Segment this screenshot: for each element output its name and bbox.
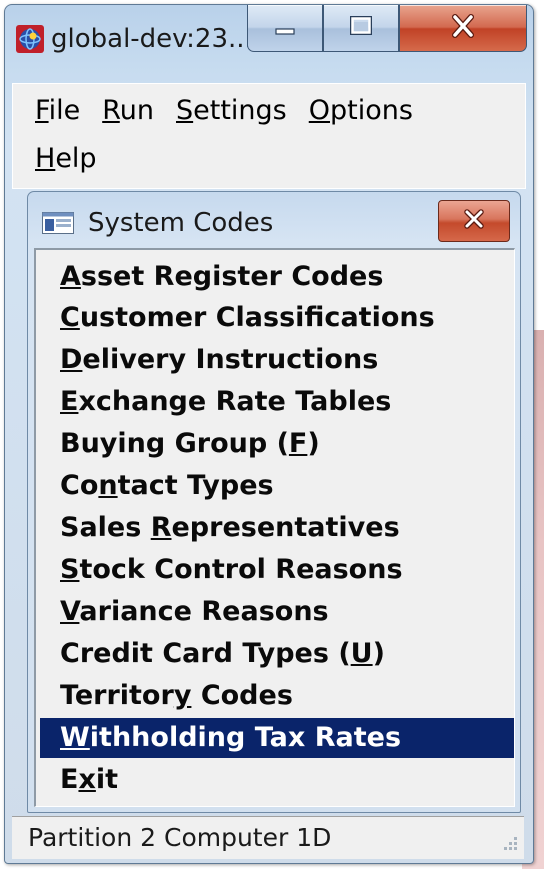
menu-options-mnemonic: O xyxy=(308,95,331,126)
item-text: Co xyxy=(60,470,99,501)
status-bar: Partition 2 Computer 1D xyxy=(12,816,524,859)
menu-file-mnemonic: F xyxy=(35,95,49,126)
item-text: ) xyxy=(372,638,385,669)
menu-row: File Run Settings Options xyxy=(13,88,423,134)
item-mnemonic: x xyxy=(78,764,96,795)
menu-run[interactable]: Run xyxy=(90,88,164,134)
menu-bar: File Run Settings Options Help xyxy=(12,83,526,189)
menu-help[interactable]: Help xyxy=(13,136,107,182)
system-codes-list: Asset Register Codes Customer Classifica… xyxy=(34,248,515,807)
menu-settings-mnemonic: S xyxy=(176,95,194,126)
menu-settings[interactable]: Settings xyxy=(164,88,297,134)
item-mnemonic: V xyxy=(60,596,80,627)
item-text: Buying Group ( xyxy=(60,428,289,459)
app-window: global-dev:23... File Run Settings Optio… xyxy=(4,4,534,864)
item-text: Sales xyxy=(60,512,151,543)
item-mnemonic: S xyxy=(60,554,80,585)
list-item-withholding-tax-rates[interactable]: Withholding Tax Rates xyxy=(40,718,514,758)
item-text: tact Types xyxy=(117,470,274,501)
item-text: elivery Instructions xyxy=(82,344,379,375)
window-icon[interactable] xyxy=(42,212,74,234)
item-mnemonic: A xyxy=(60,261,81,292)
list-item-contact-types[interactable]: Contact Types xyxy=(40,466,514,506)
list-item-buying-group[interactable]: Buying Group (F) xyxy=(40,424,514,464)
item-mnemonic: D xyxy=(60,344,83,375)
list-item-exchange-rate-tables[interactable]: Exchange Rate Tables xyxy=(40,382,514,422)
caption-buttons xyxy=(247,5,527,53)
item-text: Codes xyxy=(191,680,293,711)
item-mnemonic: U xyxy=(350,638,373,669)
system-codes-window: System Codes Asset Register Codes Custom… xyxy=(27,191,521,813)
menu-settings-label: ettings xyxy=(193,95,287,126)
list-item-stock-control-reasons[interactable]: Stock Control Reasons xyxy=(40,550,514,590)
menu-help-mnemonic: H xyxy=(35,143,56,174)
item-mnemonic: W xyxy=(60,722,90,753)
item-mnemonic: R xyxy=(150,512,172,543)
maximize-button[interactable] xyxy=(323,5,399,52)
system-codes-title: System Codes xyxy=(88,208,274,238)
list-item-delivery-instructions[interactable]: Delivery Instructions xyxy=(40,340,514,380)
menu-options[interactable]: Options xyxy=(297,88,423,134)
item-mnemonic: y xyxy=(173,680,192,711)
item-text: ithholding Tax Rates xyxy=(89,722,402,753)
close-button[interactable] xyxy=(399,5,527,52)
list-item-asset-register-codes[interactable]: Asset Register Codes xyxy=(40,257,514,297)
item-text: Territor xyxy=(60,680,174,711)
size-grip-icon[interactable] xyxy=(498,833,520,855)
system-codes-title-bar[interactable]: System Codes xyxy=(28,192,520,248)
list-item-credit-card-types[interactable]: Credit Card Types (U) xyxy=(40,634,514,674)
item-text: it xyxy=(95,764,119,795)
item-text: xchange Rate Tables xyxy=(78,386,392,417)
item-mnemonic: n xyxy=(98,470,118,501)
status-text: Partition 2 Computer 1D xyxy=(28,823,332,852)
item-mnemonic: E xyxy=(60,386,79,417)
item-text: ariance Reasons xyxy=(79,596,329,627)
item-text: ) xyxy=(307,428,320,459)
maximize-icon xyxy=(348,14,374,42)
globe-app-icon[interactable] xyxy=(16,25,44,53)
menu-options-label: ptions xyxy=(330,95,413,126)
list-item-territory-codes[interactable]: Territory Codes xyxy=(40,676,514,716)
menu-run-mnemonic: R xyxy=(102,95,120,126)
item-text: E xyxy=(60,764,79,795)
menu-run-label: un xyxy=(119,95,154,126)
menu-help-label: elp xyxy=(55,143,97,174)
item-text: ustomer Classifications xyxy=(79,302,435,333)
item-text: Credit Card Types ( xyxy=(60,638,351,669)
minimize-icon xyxy=(273,14,297,42)
list-item-exit[interactable]: Exit xyxy=(40,760,514,800)
item-mnemonic: C xyxy=(60,302,80,333)
list-item-customer-classifications[interactable]: Customer Classifications xyxy=(40,298,514,338)
item-mnemonic: F xyxy=(288,428,308,459)
title-bar[interactable]: global-dev:23... xyxy=(5,5,533,77)
item-text: tock Control Reasons xyxy=(79,554,403,585)
system-codes-close-button[interactable] xyxy=(438,200,510,242)
menu-file[interactable]: File xyxy=(13,88,90,134)
close-icon xyxy=(461,208,487,234)
menu-row: Help xyxy=(13,136,107,182)
menu-file-label: ile xyxy=(48,95,81,126)
close-icon xyxy=(448,13,478,43)
minimize-button[interactable] xyxy=(247,5,323,52)
item-text: sset Register Codes xyxy=(80,261,384,292)
list-item-variance-reasons[interactable]: Variance Reasons xyxy=(40,592,514,632)
item-text: epresentatives xyxy=(171,512,400,543)
list-item-sales-representatives[interactable]: Sales Representatives xyxy=(40,508,514,548)
